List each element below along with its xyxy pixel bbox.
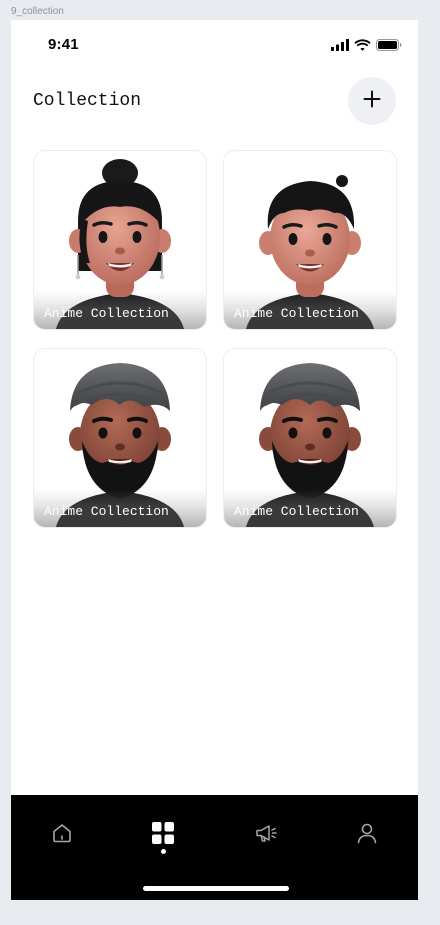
collection-card-label: Anime Collection: [44, 306, 169, 321]
collection-card-label: Anime Collection: [234, 306, 359, 321]
collection-card[interactable]: Anime Collection: [33, 150, 207, 330]
grid-icon: [151, 821, 175, 850]
battery-icon: [376, 38, 402, 56]
plus-icon: [363, 90, 381, 113]
collection-card[interactable]: Anime Collection: [223, 150, 397, 330]
wifi-icon: [354, 38, 371, 56]
collection-grid: Anime Collection Anime Collection Anime …: [33, 150, 397, 528]
status-icons: [331, 38, 402, 56]
megaphone-icon: [254, 821, 280, 850]
profile-icon: [355, 821, 379, 850]
frame-label: 9_collection: [11, 6, 64, 17]
nav-announcements[interactable]: [247, 815, 287, 855]
bottom-nav: [11, 795, 418, 900]
phone-screen: 9:41 Collection Anime Collection Anime C…: [11, 20, 418, 900]
signal-icon: [331, 38, 349, 56]
collection-card-label: Anime Collection: [44, 504, 169, 519]
status-bar: 9:41: [11, 20, 418, 70]
collection-card[interactable]: Anime Collection: [223, 348, 397, 528]
nav-profile[interactable]: [347, 815, 387, 855]
active-indicator-dot: [161, 849, 166, 854]
collection-card[interactable]: Anime Collection: [33, 348, 207, 528]
nav-home[interactable]: [42, 815, 82, 855]
home-indicator: [143, 886, 289, 891]
page-title: Collection: [33, 91, 142, 111]
add-collection-button[interactable]: [348, 77, 396, 125]
collection-card-label: Anime Collection: [234, 504, 359, 519]
status-time: 9:41: [48, 36, 79, 53]
home-icon: [50, 821, 74, 850]
